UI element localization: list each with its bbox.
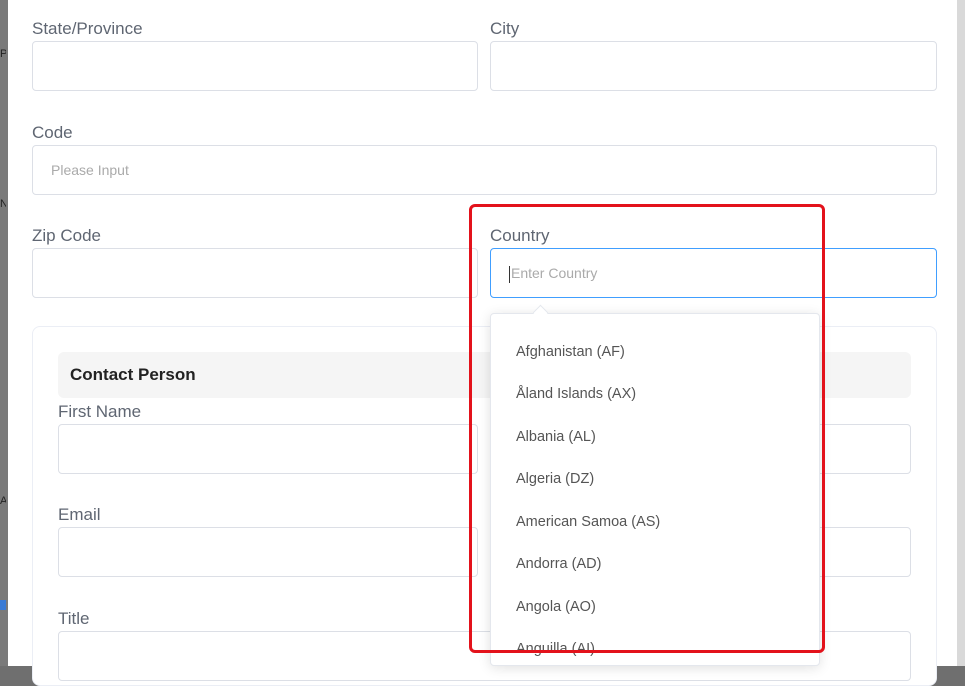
first-name-input[interactable] bbox=[58, 424, 478, 474]
zip-code-input[interactable] bbox=[32, 248, 478, 298]
country-input-placeholder: Enter Country bbox=[511, 265, 598, 281]
country-option[interactable]: American Samoa (AS) bbox=[516, 514, 660, 530]
dialog-scrollbar-track[interactable] bbox=[957, 0, 965, 666]
state-province-input[interactable] bbox=[32, 41, 478, 91]
country-label: Country bbox=[490, 226, 550, 245]
background-text-fragment: N bbox=[0, 198, 6, 210]
country-input[interactable]: Enter Country bbox=[490, 248, 937, 298]
country-option[interactable]: Andorra (AD) bbox=[516, 556, 601, 572]
city-input[interactable] bbox=[490, 41, 937, 91]
country-option[interactable]: Algeria (DZ) bbox=[516, 471, 594, 487]
country-option[interactable]: Afghanistan (AF) bbox=[516, 344, 625, 360]
email-input[interactable] bbox=[58, 527, 478, 577]
first-name-label: First Name bbox=[58, 402, 142, 421]
city-label: City bbox=[490, 19, 520, 38]
country-option[interactable]: Anguilla (AI) bbox=[516, 641, 595, 657]
zip-code-label: Zip Code bbox=[32, 226, 101, 245]
code-input[interactable]: Please Input bbox=[32, 145, 937, 195]
email-label: Email bbox=[58, 505, 101, 524]
modal-backdrop bbox=[0, 0, 8, 666]
background-accent bbox=[0, 600, 6, 610]
country-option[interactable]: Albania (AL) bbox=[516, 429, 596, 445]
background-text-fragment: P bbox=[0, 48, 6, 60]
country-option[interactable]: Åland Islands (AX) bbox=[516, 386, 636, 402]
contact-person-title: Contact Person bbox=[70, 365, 196, 384]
text-caret bbox=[509, 265, 510, 283]
background-text-fragment: A bbox=[0, 495, 6, 507]
code-input-placeholder: Please Input bbox=[51, 162, 129, 178]
country-dropdown[interactable]: Afghanistan (AF) Åland Islands (AX) Alba… bbox=[490, 313, 820, 666]
state-province-label: State/Province bbox=[32, 19, 143, 38]
code-label: Code bbox=[32, 123, 73, 142]
country-option[interactable]: Angola (AO) bbox=[516, 599, 596, 615]
title-label: Title bbox=[58, 609, 90, 628]
